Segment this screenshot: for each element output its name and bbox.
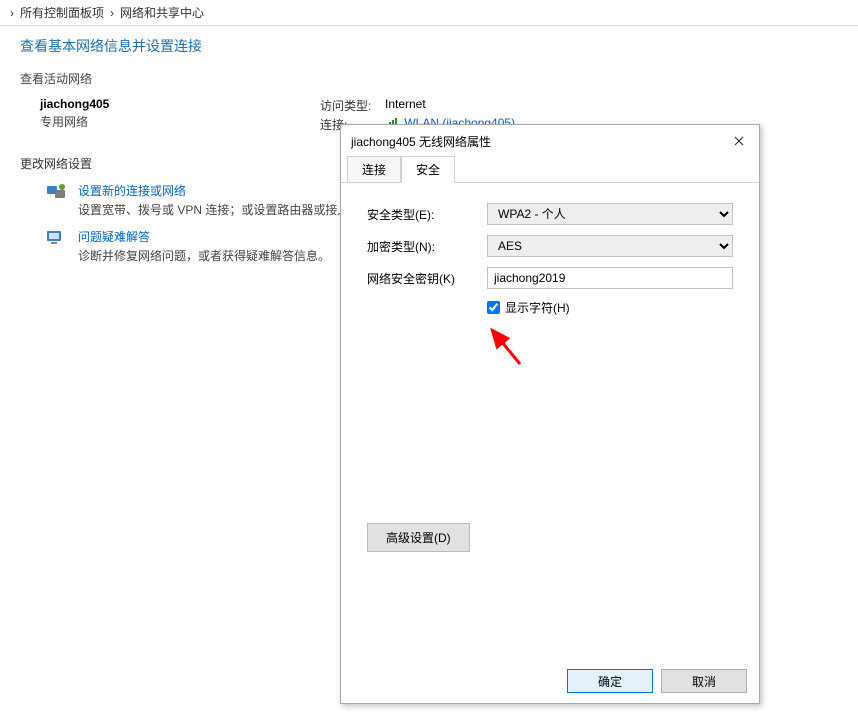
show-characters-checkbox[interactable] — [487, 301, 500, 314]
active-networks-label: 查看活动网络 — [0, 64, 858, 93]
troubleshoot-link[interactable]: 问题疑难解答 — [78, 228, 330, 245]
tab-connection[interactable]: 连接 — [347, 156, 401, 182]
security-type-label: 安全类型(E): — [367, 206, 487, 223]
wifi-properties-dialog: jiachong405 无线网络属性 连接 安全 安全类型(E): WPA2 -… — [340, 124, 760, 704]
dialog-footer: 确定 取消 — [341, 659, 759, 703]
breadcrumb-sep: › — [10, 6, 14, 20]
breadcrumb-item-network[interactable]: 网络和共享中心 — [120, 4, 204, 21]
setup-connection-link[interactable]: 设置新的连接或网络 — [78, 182, 373, 199]
encryption-type-select[interactable]: AES — [487, 235, 733, 257]
security-type-select[interactable]: WPA2 - 个人 — [487, 203, 733, 225]
breadcrumb: › 所有控制面板项 › 网络和共享中心 — [0, 0, 858, 26]
dialog-body: 安全类型(E): WPA2 - 个人 加密类型(N): AES 网络安全密钥(K… — [341, 183, 759, 659]
cancel-button[interactable]: 取消 — [661, 669, 747, 693]
setup-connection-desc: 设置宽带、拨号或 VPN 连接；或设置路由器或接入点。 — [78, 201, 373, 218]
troubleshoot-icon — [44, 228, 68, 264]
page-title: 查看基本网络信息并设置连接 — [0, 26, 858, 64]
advanced-settings-button[interactable]: 高级设置(D) — [367, 523, 470, 552]
dialog-titlebar[interactable]: jiachong405 无线网络属性 — [341, 125, 759, 157]
network-type: 专用网络 — [40, 113, 320, 130]
network-key-input[interactable] — [487, 267, 733, 289]
network-key-label: 网络安全密钥(K) — [367, 270, 487, 287]
dialog-tabs: 连接 安全 — [341, 157, 759, 183]
tab-security[interactable]: 安全 — [401, 156, 455, 183]
show-characters-label: 显示字符(H) — [505, 299, 570, 316]
access-type-label: 访问类型: — [320, 97, 375, 114]
ok-button[interactable]: 确定 — [567, 669, 653, 693]
troubleshoot-desc: 诊断并修复网络问题，或者获得疑难解答信息。 — [78, 247, 330, 264]
close-button[interactable] — [727, 131, 751, 151]
access-type-value: Internet — [385, 97, 426, 114]
network-name: jiachong405 — [40, 97, 320, 111]
breadcrumb-sep: › — [110, 6, 114, 20]
encryption-type-label: 加密类型(N): — [367, 238, 487, 255]
close-icon — [734, 136, 744, 146]
breadcrumb-item-all[interactable]: 所有控制面板项 — [20, 4, 104, 21]
setup-icon — [44, 182, 68, 218]
dialog-title-text: jiachong405 无线网络属性 — [351, 133, 491, 150]
